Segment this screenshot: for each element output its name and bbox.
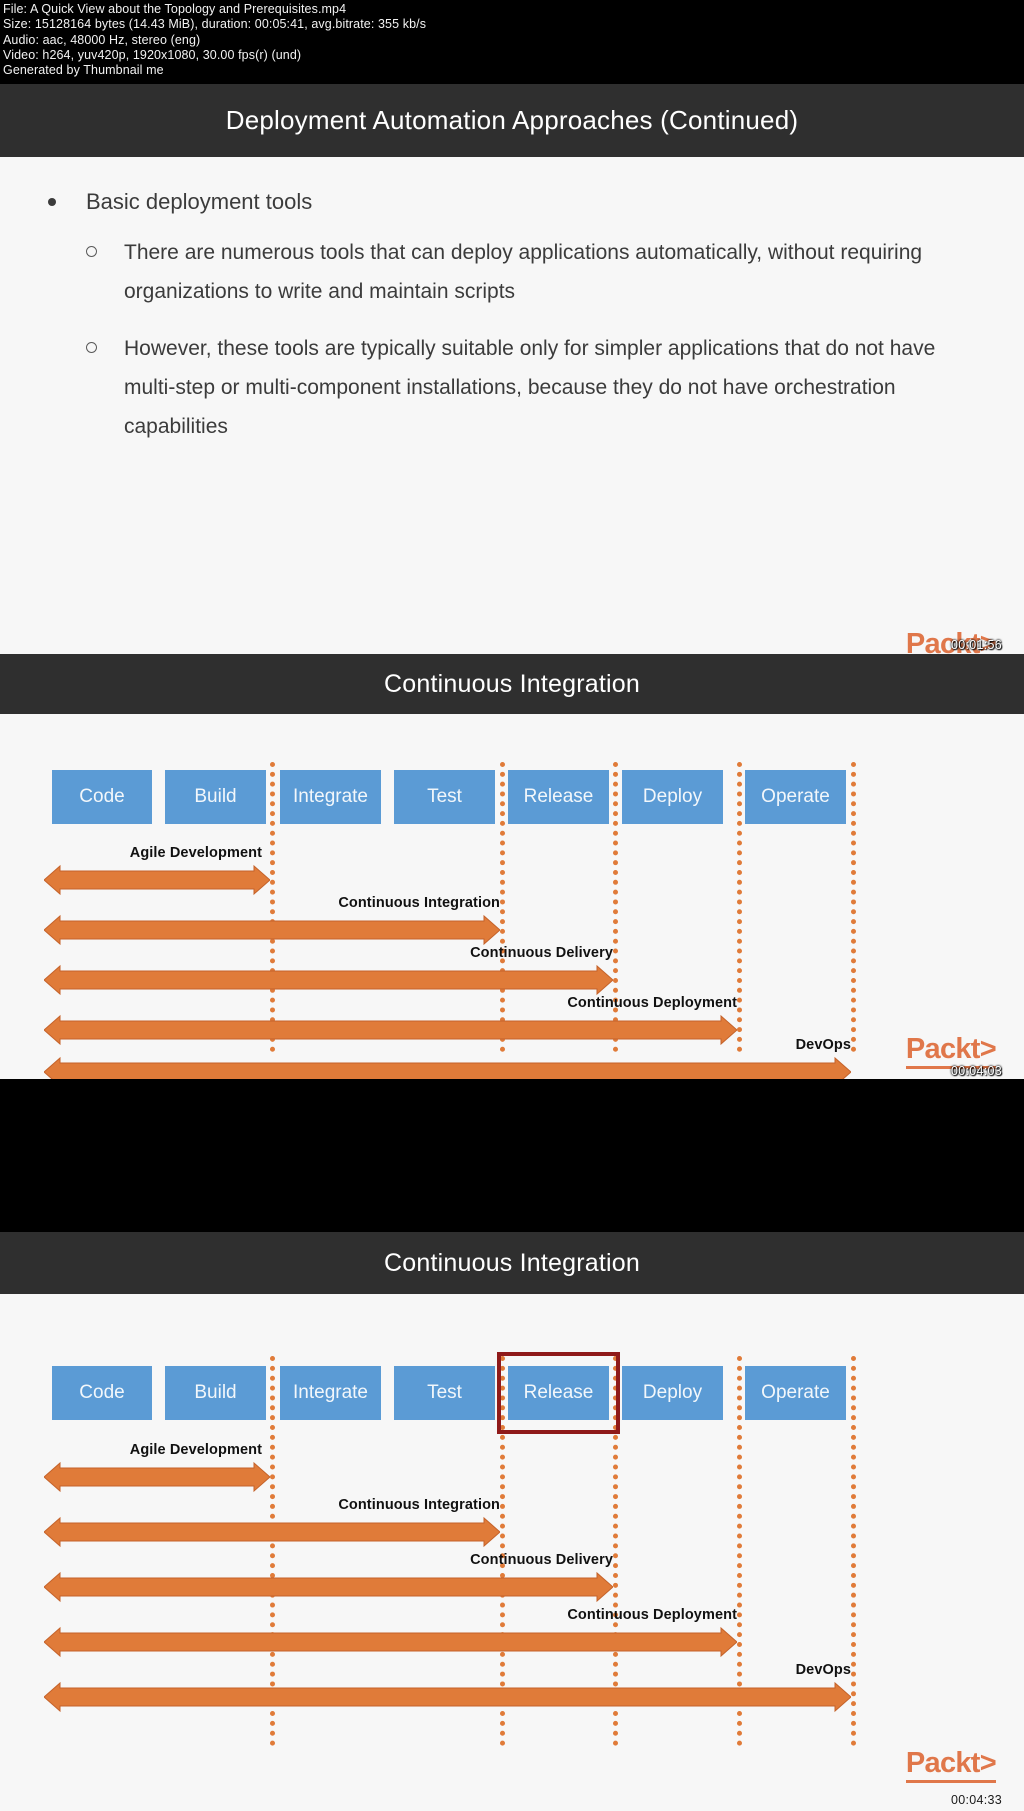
pipeline-divider — [851, 762, 856, 1052]
bullet-level2: There are numerous tools that can deploy… — [86, 233, 966, 311]
scope-label: Agile Development — [129, 845, 262, 861]
bullet-dot-icon — [48, 198, 56, 206]
pipeline-divider — [851, 1356, 856, 1746]
ci-pipeline-diagram: Code Build Integrate Test Release Deploy Opera… — [0, 1294, 1024, 1811]
slide-1-body: Basic deployment tools There are numerou… — [0, 189, 1024, 654]
slide-thumbnail-1[interactable]: Deployment Automation Approaches (Contin… — [0, 84, 1024, 654]
scope-arrow — [44, 1461, 270, 1493]
meta-size: Size: 15128164 bytes (14.43 MiB), durati… — [3, 17, 427, 32]
pipeline-stage-release[interactable]: Release — [508, 770, 609, 824]
pipeline-stage-test[interactable]: Test — [394, 770, 495, 824]
pipeline-stage-test[interactable]: Test — [394, 1366, 495, 1420]
pipeline-stage-deploy[interactable]: Deploy — [622, 770, 723, 824]
scope-label: Continuous Delivery — [470, 1552, 613, 1568]
ci-pipeline-diagram: Code Build Integrate Test Release Deploy Opera… — [0, 714, 1024, 1079]
meta-audio: Audio: aac, 48000 Hz, stereo (eng) — [3, 32, 201, 47]
scope-arrow — [44, 1571, 613, 1603]
scope-arrow — [44, 1681, 851, 1713]
scope-arrow — [44, 914, 500, 946]
scope-label: DevOps — [795, 1662, 851, 1678]
scope-label: Continuous Deployment — [567, 995, 737, 1011]
slide-2-title: Continuous Integration — [0, 654, 1024, 714]
pipeline-stage-code[interactable]: Code — [52, 770, 152, 824]
bullet-level1: Basic deployment tools — [48, 189, 1024, 215]
scope-label: Continuous Delivery — [470, 945, 613, 961]
stage-highlight-release — [497, 1352, 620, 1434]
scope-arrow — [44, 964, 613, 996]
meta-generator: Generated by Thumbnail me — [3, 63, 164, 78]
scope-label: Agile Development — [129, 1442, 262, 1458]
scope-label: DevOps — [795, 1037, 851, 1053]
timestamp-badge: 00:04:33 — [950, 1793, 1002, 1807]
scope-arrow — [44, 864, 270, 896]
scope-arrow — [44, 1516, 500, 1548]
meta-file: File: A Quick View about the Topology an… — [3, 2, 347, 16]
video-metadata-header: File: A Quick View about the Topology an… — [0, 0, 1024, 84]
timestamp-badge: 00:01:56 — [950, 638, 1002, 652]
slide-3-body: Code Build Integrate Test Release Deploy Opera… — [0, 1294, 1024, 1811]
bullet-circle-icon — [86, 246, 97, 257]
bullet-level2-text: There are numerous tools that can deploy… — [124, 241, 923, 303]
pipeline-stage-operate[interactable]: Operate — [745, 770, 846, 824]
bullet-circle-icon — [86, 342, 97, 353]
pipeline-divider — [737, 762, 742, 1052]
timestamp-badge: 00:04:03 — [950, 1064, 1002, 1078]
slide-3-title: Continuous Integration — [0, 1232, 1024, 1294]
scope-label: Continuous Integration — [338, 1497, 500, 1513]
bullet-level2: However, these tools are typically suita… — [86, 329, 966, 446]
screenshot-root: File: A Quick View about the Topology an… — [0, 0, 1024, 1811]
scope-arrow — [44, 1056, 851, 1079]
slide-thumbnail-3[interactable]: Continuous Integration Code Build Integrat… — [0, 1232, 1024, 1811]
pipeline-stage-integrate[interactable]: Integrate — [280, 770, 381, 824]
pipeline-stage-code[interactable]: Code — [52, 1366, 152, 1420]
scope-label: Continuous Integration — [338, 895, 500, 911]
bullet-level2-text: However, these tools are typically suita… — [124, 337, 936, 438]
pipeline-stage-deploy[interactable]: Deploy — [622, 1366, 723, 1420]
pipeline-stage-operate[interactable]: Operate — [745, 1366, 846, 1420]
packt-logo: Packt> — [905, 1749, 997, 1783]
bullet-level1-text: Basic deployment tools — [86, 189, 313, 214]
pipeline-stage-build[interactable]: Build — [165, 1366, 266, 1420]
scope-arrow — [44, 1626, 737, 1658]
pipeline-stage-build[interactable]: Build — [165, 770, 266, 824]
pipeline-stage-integrate[interactable]: Integrate — [280, 1366, 381, 1420]
slide-2-body: Code Build Integrate Test Release Deploy Opera… — [0, 714, 1024, 1079]
scope-label: Continuous Deployment — [567, 1607, 737, 1623]
slide-1-title: Deployment Automation Approaches (Contin… — [0, 84, 1024, 157]
slide-thumbnail-2[interactable]: Continuous Integration Code Build Integrat… — [0, 654, 1024, 1079]
meta-video: Video: h264, yuv420p, 1920x1080, 30.00 f… — [3, 47, 302, 62]
